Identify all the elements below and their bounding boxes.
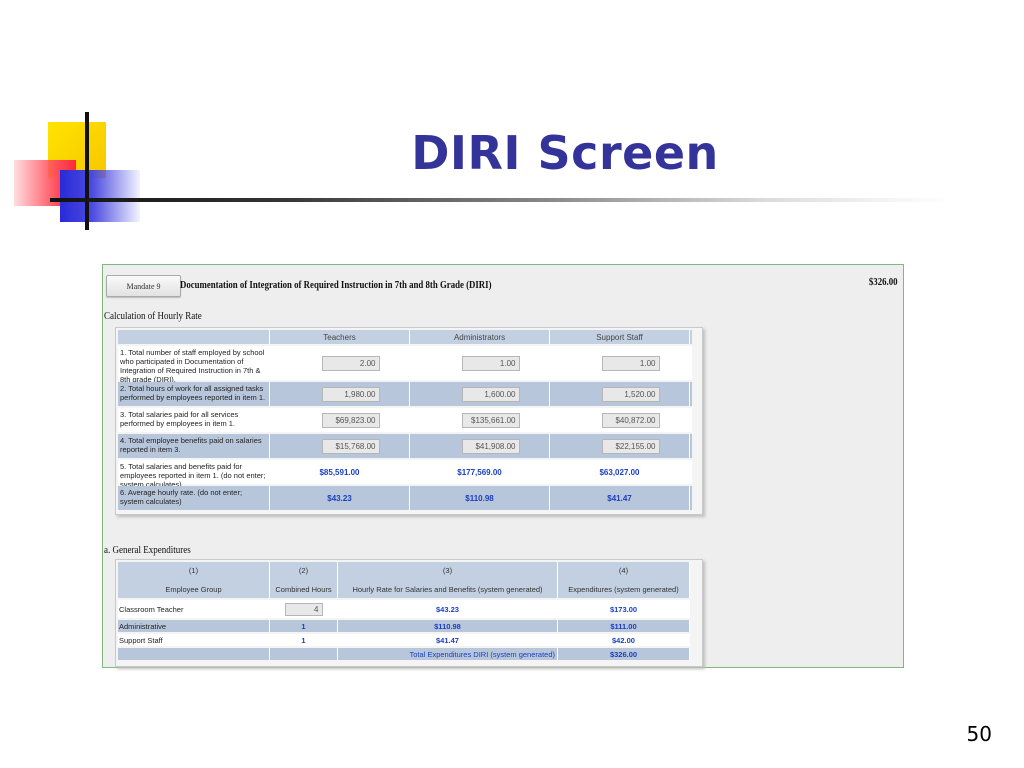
table-row: 6. Average hourly rate. (do not enter; s… xyxy=(118,486,692,510)
table-row: Support Staff 1 $41.47 $42.00 xyxy=(118,634,690,646)
teachers-benefits-input[interactable]: $15,768.00 xyxy=(321,438,380,454)
table-row: 5. Total salaries and benefits paid for … xyxy=(118,460,692,489)
decor-horizontal-rule xyxy=(50,198,950,202)
administrators-salaries-input[interactable]: $135,661.00 xyxy=(461,412,520,428)
combined-hours-value: 1 xyxy=(270,620,338,632)
column-header-employee-group: Employee Group xyxy=(165,585,222,594)
table-row: 4. Total employee benefits paid on salar… xyxy=(118,434,692,458)
column-header-administrators: Administrators xyxy=(410,330,550,344)
support-staff-hourly-rate: $41.47 xyxy=(550,486,690,510)
table-header-row: Teachers Administrators Support Staff xyxy=(118,330,692,344)
teachers-hourly-rate: $43.23 xyxy=(270,486,410,510)
administrators-hourly-rate: $110.98 xyxy=(410,486,550,510)
support-staff-salaries-input[interactable]: $40,872.00 xyxy=(601,412,660,428)
column-header-teachers: Teachers xyxy=(270,330,410,344)
combined-hours-input[interactable]: 4 xyxy=(284,602,323,616)
administrators-benefits-input[interactable]: $41,908.00 xyxy=(461,438,520,454)
hourly-rate-table: Teachers Administrators Support Staff 1.… xyxy=(115,327,703,515)
mandate-button[interactable]: Mandate 9 xyxy=(106,275,181,297)
column-header-support-staff: Support Staff xyxy=(550,330,690,344)
combined-hours-value: 1 xyxy=(270,634,338,646)
table-row: Administrative 1 $110.98 $111.00 xyxy=(118,620,690,632)
teachers-total-value: $85,591.00 xyxy=(270,460,410,484)
teachers-staff-input[interactable]: 2.00 xyxy=(321,355,380,371)
table-header-row: (1) Employee Group (2) Combined Hours (3… xyxy=(118,562,690,598)
slide-title: DIRI Screen xyxy=(411,126,719,180)
column-number: (1) xyxy=(188,566,199,575)
general-expenditures-table: (1) Employee Group (2) Combined Hours (3… xyxy=(115,559,703,667)
support-staff-benefits-input[interactable]: $22,155.00 xyxy=(601,438,660,454)
diri-screenshot-panel: Mandate 9 Documentation of Integration o… xyxy=(102,264,904,668)
column-header-hourly-rate: Hourly Rate for Salaries and Benefits (s… xyxy=(352,585,543,594)
column-number: (4) xyxy=(618,566,629,575)
expenditure-value: $111.00 xyxy=(558,620,690,632)
column-header-combined-hours: Combined Hours xyxy=(275,585,332,594)
hourly-rate-value: $41.47 xyxy=(338,634,558,646)
general-expenditures-section-title: a. General Expenditures xyxy=(104,545,191,556)
administrators-staff-input[interactable]: 1.00 xyxy=(461,355,520,371)
decor-vertical-line xyxy=(85,112,89,230)
teachers-salaries-input[interactable]: $69,823.00 xyxy=(321,412,380,428)
support-staff-input[interactable]: 1.00 xyxy=(601,355,660,371)
table-row: 1. Total number of staff employed by sch… xyxy=(118,346,692,384)
employee-group-label: Administrative xyxy=(118,620,270,632)
column-number: (3) xyxy=(442,566,453,575)
expenditure-value: $42.00 xyxy=(558,634,690,646)
page-number: 50 xyxy=(966,722,992,746)
support-staff-hours-input[interactable]: 1,520.00 xyxy=(601,386,660,402)
row-label: 5. Total salaries and benefits paid for … xyxy=(118,460,270,489)
row-label: 3. Total salaries paid for all services … xyxy=(118,408,270,432)
column-header-expenditures: Expenditures (system generated) xyxy=(568,585,679,594)
hourly-rate-value: $110.98 xyxy=(338,620,558,632)
total-row: Total Expenditures DIRI (system generate… xyxy=(118,648,690,660)
row-label: 2. Total hours of work for all assigned … xyxy=(118,382,270,406)
teachers-hours-input[interactable]: 1,980.00 xyxy=(321,386,380,402)
row-label: 6. Average hourly rate. (do not enter; s… xyxy=(118,486,270,510)
total-expenditures-value: $326.00 xyxy=(558,648,690,660)
column-number: (2) xyxy=(298,566,309,575)
hourly-rate-section-title: Calculation of Hourly Rate xyxy=(104,311,202,322)
table-row: Classroom Teacher 4 $43.23 $173.00 xyxy=(118,600,690,618)
employee-group-label: Classroom Teacher xyxy=(118,600,270,618)
decor-blue-rectangle xyxy=(60,170,140,222)
grand-total: $326.00 xyxy=(868,277,897,288)
administrators-total-value: $177,569.00 xyxy=(410,460,550,484)
row-label: 1. Total number of staff employed by sch… xyxy=(118,346,270,384)
row-label: 4. Total employee benefits paid on salar… xyxy=(118,434,270,458)
table-row: 3. Total salaries paid for all services … xyxy=(118,408,692,432)
document-title: Documentation of Integration of Required… xyxy=(180,280,492,291)
employee-group-label: Support Staff xyxy=(118,634,270,646)
expenditure-value: $173.00 xyxy=(558,600,690,618)
administrators-hours-input[interactable]: 1,600.00 xyxy=(461,386,520,402)
table-row: 2. Total hours of work for all assigned … xyxy=(118,382,692,406)
support-staff-total-value: $63,027.00 xyxy=(550,460,690,484)
total-expenditures-label: Total Expenditures DIRI (system generate… xyxy=(338,648,558,660)
hourly-rate-value: $43.23 xyxy=(338,600,558,618)
